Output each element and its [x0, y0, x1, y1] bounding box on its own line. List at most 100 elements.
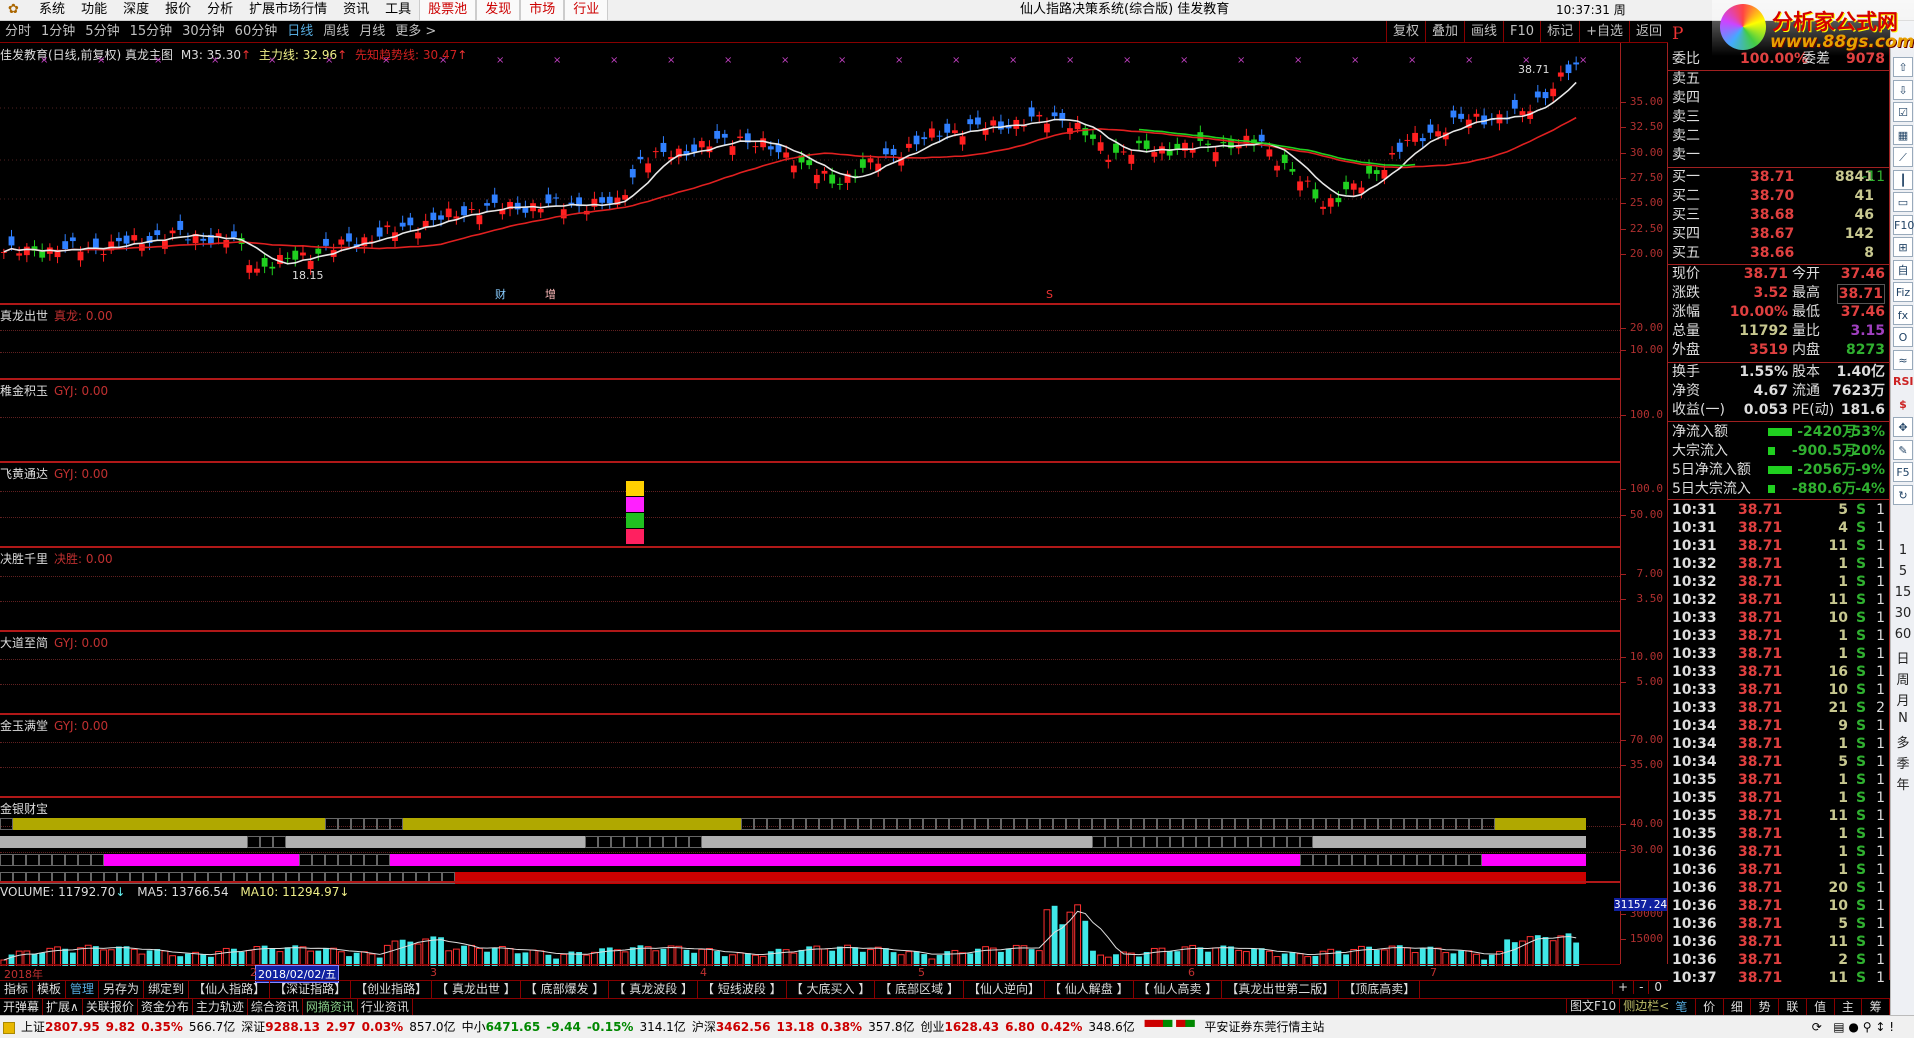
- side-tool-f10-icon[interactable]: F10: [1893, 214, 1914, 235]
- tuwen-f10-button[interactable]: 图文F10: [1566, 999, 1620, 1013]
- indicator-panel[interactable]: 稚金积玉 GYJ: 0.00: [0, 378, 1620, 461]
- menu-item-highlight[interactable]: 发现: [476, 0, 521, 20]
- side-period-button[interactable]: 15: [1891, 585, 1914, 600]
- move-icon[interactable]: ✥: [1893, 417, 1913, 437]
- sidebar-toggle-button[interactable]: 侧边栏<: [1619, 999, 1673, 1013]
- indicator-panel[interactable]: 真龙出世 真龙: 0.00: [0, 303, 1620, 378]
- side-period-button[interactable]: 季: [1891, 753, 1914, 772]
- menu-item-highlight[interactable]: 行业: [564, 0, 609, 20]
- period-tab[interactable]: 5分钟: [80, 21, 124, 43]
- indicator-tab[interactable]: 【 仙人高卖 】: [1134, 981, 1223, 998]
- indicator-tab[interactable]: 【仙人指路】: [189, 981, 271, 998]
- right-tab[interactable]: 联: [1779, 999, 1807, 1015]
- indicator-tab[interactable]: 【 底部爆发 】: [521, 981, 610, 998]
- indicator-tab[interactable]: 【顶底高卖】: [1339, 981, 1421, 998]
- chart-tool-button[interactable]: +自选: [1579, 21, 1629, 43]
- main-chart-panel[interactable]: 佳发教育(日线,前复权) 真龙主图 M3: 35.30↑ 主力线: 32.96↑…: [0, 43, 1620, 303]
- refresh-icon[interactable]: ↻: [1893, 484, 1913, 505]
- candle-icon[interactable]: ┃: [1893, 169, 1913, 190]
- period-tab[interactable]: 周线: [318, 21, 354, 43]
- side-tool-fiz-icon[interactable]: Fiz: [1893, 282, 1913, 302]
- volume-panel[interactable]: VOLUME: 11792.70↓ MA5: 13766.54 MA10: 11…: [0, 881, 1620, 966]
- side-tool-f5-icon[interactable]: F5: [1893, 462, 1913, 482]
- menu-item[interactable]: 分析: [199, 0, 241, 20]
- right-tab[interactable]: 细: [1724, 999, 1752, 1015]
- menu-item[interactable]: 报价: [157, 0, 199, 20]
- side-period-button[interactable]: 多: [1891, 732, 1914, 751]
- side-tool-自-icon[interactable]: 自: [1893, 259, 1913, 280]
- side-period-button[interactable]: 日: [1891, 648, 1914, 667]
- chart-tool-button[interactable]: F10: [1503, 21, 1540, 43]
- indicator-panel[interactable]: 金玉满堂 GYJ: 0.00: [0, 713, 1620, 796]
- indicator-tab[interactable]: 【 真龙波段 】: [609, 981, 699, 998]
- right-tab[interactable]: 值: [1807, 999, 1835, 1015]
- tree-icon[interactable]: ⊞: [1893, 237, 1913, 257]
- info-tab[interactable]: 扩展∧: [43, 999, 83, 1015]
- indicator-tab[interactable]: 另存为: [99, 981, 145, 998]
- indicator-tab[interactable]: 【真龙出世第二版】: [1222, 981, 1340, 998]
- indicator-tab[interactable]: 模板: [33, 981, 67, 998]
- right-tab[interactable]: 笔: [1668, 999, 1696, 1015]
- up-arrow-icon[interactable]: ⇧: [1893, 57, 1913, 77]
- app-icon[interactable]: ✿: [0, 0, 27, 20]
- menu-item[interactable]: 扩展市场行情: [241, 0, 335, 20]
- info-tab[interactable]: 行业资讯: [358, 999, 413, 1015]
- info-tab[interactable]: 开弹幕: [0, 999, 44, 1015]
- menu-item[interactable]: 工具: [377, 0, 419, 20]
- chart-tool-button[interactable]: 画线: [1464, 21, 1503, 43]
- side-period-button[interactable]: 30: [1891, 606, 1914, 621]
- side-period-button[interactable]: 年: [1891, 774, 1914, 793]
- info-tab[interactable]: 资金分布: [138, 999, 193, 1015]
- list-check-icon[interactable]: ☑: [1893, 102, 1913, 122]
- side-period-button[interactable]: 1: [1891, 543, 1914, 558]
- menu-item[interactable]: 系统: [31, 0, 73, 20]
- info-tab[interactable]: 综合资讯: [248, 999, 303, 1015]
- period-tab[interactable]: 30分钟: [177, 21, 230, 43]
- chart-tool-button[interactable]: 标记: [1540, 21, 1579, 43]
- chart-tool-button[interactable]: 叠加: [1425, 21, 1464, 43]
- side-tool-$-icon[interactable]: $: [1893, 395, 1913, 415]
- indicator-panel[interactable]: 飞黄通达 GYJ: 0.00: [0, 461, 1620, 546]
- indicator-tab[interactable]: 指标: [0, 981, 34, 998]
- indicator-tab[interactable]: 【 短线波段 】: [698, 981, 787, 998]
- indicator-tab[interactable]: 【 真龙出世 】: [432, 981, 521, 998]
- right-tab[interactable]: 势: [1751, 999, 1779, 1015]
- period-tab[interactable]: 60分钟: [230, 21, 283, 43]
- down-arrow-icon[interactable]: ⇩: [1893, 79, 1913, 100]
- indicator-tab[interactable]: 【创业指路】: [351, 981, 433, 998]
- indicator-tab[interactable]: 管理: [66, 981, 100, 998]
- zoom-button[interactable]: +: [1612, 980, 1634, 994]
- indicator-tab[interactable]: 【 底部区域 】: [875, 981, 964, 998]
- menu-item-highlight[interactable]: 市场: [520, 0, 565, 20]
- indicator-tab[interactable]: 绑定到: [144, 981, 190, 998]
- period-tab[interactable]: 分时: [0, 21, 36, 43]
- indicator-tab[interactable]: 【仙人逆向】: [964, 981, 1045, 998]
- window-icon[interactable]: ▭: [1893, 192, 1913, 212]
- indicator-tab[interactable]: 【深证指路】: [270, 981, 352, 998]
- period-tab[interactable]: 1分钟: [36, 21, 80, 43]
- side-tool-fx-icon[interactable]: fx: [1893, 304, 1913, 325]
- side-tool-rsi-icon[interactable]: RSI: [1893, 372, 1914, 392]
- indicator-tab[interactable]: 【 大底买入 】: [787, 981, 876, 998]
- period-tab[interactable]: 日线: [282, 21, 318, 43]
- period-tab[interactable]: 更多 >: [390, 21, 441, 43]
- indicator-panel[interactable]: 决胜千里 决胜: 0.00: [0, 546, 1620, 630]
- side-period-button[interactable]: 5: [1891, 564, 1914, 579]
- right-tab[interactable]: 价: [1696, 999, 1724, 1015]
- side-period-button[interactable]: 月: [1891, 690, 1914, 709]
- zoom-button[interactable]: 0: [1648, 980, 1668, 994]
- side-period-button[interactable]: 周: [1891, 669, 1914, 688]
- chart-tool-button[interactable]: 复权: [1385, 21, 1425, 43]
- menu-item[interactable]: 深度: [115, 0, 157, 20]
- info-tab[interactable]: 关联报价: [83, 999, 138, 1015]
- info-tab[interactable]: 主力轨迹: [193, 999, 248, 1015]
- indicator-panel[interactable]: 大道至简 GYJ: 0.00: [0, 630, 1620, 713]
- menu-item[interactable]: 资讯: [335, 0, 377, 20]
- right-tab[interactable]: 筹: [1862, 999, 1890, 1015]
- grid-icon[interactable]: ▦: [1893, 124, 1913, 145]
- candlestick-chart[interactable]: × × × × × × × × × × × × × × × × × × × × × × × × × × × ×38.7118.15财增…: [0, 43, 1620, 303]
- index-icon[interactable]: [3, 1021, 15, 1034]
- indicator-panel[interactable]: 金银财宝: [0, 796, 1620, 884]
- info-tab[interactable]: 网摘资讯: [303, 999, 358, 1015]
- period-tab[interactable]: 月线: [354, 21, 390, 43]
